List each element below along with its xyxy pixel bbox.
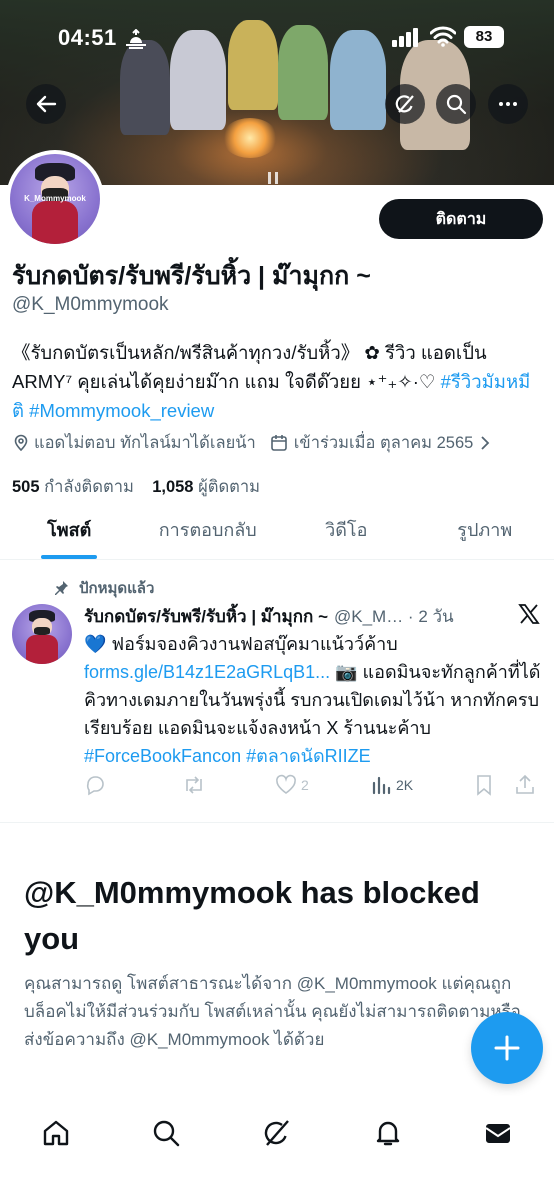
following-label: กำลังติดตาม xyxy=(44,478,134,496)
section-divider xyxy=(0,822,554,823)
wifi-icon xyxy=(430,26,456,47)
post-author-name[interactable]: รับกดบัตร/รับพรี/รับหิ้ว | ม๊ามุกก ~ xyxy=(84,603,328,630)
bell-icon xyxy=(376,1121,400,1146)
share-button[interactable] xyxy=(514,774,536,796)
post-header: รับกดบัตร/รับพรี/รับหิ้ว | ม๊ามุกก ~ @K_… xyxy=(84,603,544,630)
status-time: 04:51 xyxy=(58,25,117,50)
following-count: 505 xyxy=(12,478,40,496)
like-button[interactable]: 2 xyxy=(275,774,370,796)
nav-messages[interactable] xyxy=(470,1108,526,1158)
follow-stats: 505 กำลังติดตาม 1,058 ผู้ติดตาม xyxy=(12,474,260,500)
following-link[interactable]: 505 กำลังติดตาม xyxy=(12,478,134,496)
view-count: 2K xyxy=(396,777,414,793)
profile-handle: @K_M0mmymook xyxy=(12,294,169,315)
back-button[interactable] xyxy=(26,84,66,124)
bookmark-icon xyxy=(477,775,491,796)
followers-link[interactable]: 1,058 ผู้ติดตาม xyxy=(152,478,260,496)
reply-button[interactable] xyxy=(84,774,182,796)
blocked-title: @K_M0mmymook has blocked you xyxy=(24,875,480,956)
tab-photos[interactable]: รูปภาพ xyxy=(416,500,554,559)
chevron-right-icon[interactable] xyxy=(479,435,491,451)
home-icon xyxy=(43,1120,69,1146)
more-icon xyxy=(499,102,517,106)
nav-grok[interactable] xyxy=(249,1108,305,1158)
like-count: 2 xyxy=(301,777,309,793)
profile-joined: เข้าร่วมเมื่อ ตุลาคม 2565 xyxy=(293,434,474,452)
tab-videos[interactable]: วิดีโอ xyxy=(277,500,416,559)
location-icon xyxy=(14,434,28,452)
bottom-nav xyxy=(0,1096,554,1200)
search-icon xyxy=(446,94,467,115)
bio-hashtag-link[interactable]: #Mommymook_review xyxy=(29,400,214,421)
post-text-part: 💙 ฟอร์มจองคิวงานฟอสบุ๊คมาแน้วว์ค้าบ xyxy=(84,634,398,654)
avatar-text: K_Mommymook xyxy=(24,193,86,203)
reply-icon xyxy=(86,776,104,796)
pin-icon xyxy=(55,581,68,595)
sunrise-icon xyxy=(126,29,146,49)
tab-posts[interactable]: โพสต์ xyxy=(0,500,139,559)
pause-icon[interactable] xyxy=(268,172,278,184)
pinned-label: ปักหมุดแล้ว xyxy=(55,576,154,600)
views-button[interactable]: 2K xyxy=(370,774,474,796)
x-logo-icon xyxy=(518,604,540,624)
nav-home[interactable] xyxy=(28,1108,84,1158)
bookmark-button[interactable] xyxy=(474,774,514,796)
grok-icon xyxy=(395,95,414,113)
tab-replies[interactable]: การตอบกลับ xyxy=(139,500,278,559)
followers-label: ผู้ติดตาม xyxy=(198,478,261,496)
profile-bio: 《รับกดบัตรเป็นหลัก/พรีสินค้าทุกวง/รับหิ้… xyxy=(12,338,542,425)
nav-search[interactable] xyxy=(138,1108,194,1158)
grok-button[interactable] xyxy=(385,84,425,124)
status-bar: 04:51 83 xyxy=(0,0,554,74)
more-button[interactable] xyxy=(488,84,528,124)
arrow-left-icon xyxy=(36,95,57,113)
search-icon xyxy=(153,1120,180,1147)
campfire xyxy=(222,118,278,158)
profile-meta: แอดไม่ตอบ ทักไลน์มาได้เลยน้า เข้าร่วมเมื… xyxy=(12,430,552,456)
repost-button[interactable] xyxy=(182,774,275,796)
plus-icon xyxy=(494,1035,520,1061)
profile-avatar[interactable]: K_Mommymook xyxy=(6,150,104,248)
share-icon xyxy=(516,774,534,794)
followers-count: 1,058 xyxy=(152,478,194,496)
profile-display-name: รับกดบัตร/รับพรี/รับหิ้ว | ม๊ามุกก ~ xyxy=(12,262,371,290)
nav-notifications[interactable] xyxy=(360,1108,416,1158)
grok-icon xyxy=(264,1120,289,1146)
compose-button[interactable] xyxy=(471,1012,543,1084)
post-hashtag[interactable]: #ตลาดนัดRIIZE xyxy=(246,746,371,766)
views-icon xyxy=(372,776,391,795)
bio-text: 《รับกดบัตรเป็นหลัก/พรีสินค้าทุกวง/รับหิ้… xyxy=(12,342,487,392)
repost-icon xyxy=(186,776,202,794)
blocked-body: คุณสามารถดู โพสต์สาธารณะได้จาก @K_M0mmym… xyxy=(24,974,521,1049)
mail-icon xyxy=(485,1124,511,1143)
profile-location: แอดไม่ตอบ ทักไลน์มาได้เลยน้า xyxy=(34,434,256,452)
post-handle-time: @K_M… · 2 วัน xyxy=(334,607,454,626)
post-link[interactable]: forms.gle/B14z1E2aGRLqB1... xyxy=(84,662,330,682)
battery-icon: 83 xyxy=(464,26,504,48)
calendar-icon xyxy=(270,435,287,451)
follow-button[interactable]: ติดตาม xyxy=(379,199,543,239)
post-avatar[interactable] xyxy=(12,604,72,664)
post-text: 💙 ฟอร์มจองคิวงานฟอสบุ๊คมาแน้วว์ค้าบ form… xyxy=(84,630,544,770)
heart-icon xyxy=(276,774,296,794)
profile-tabs: โพสต์ การตอบกลับ วิดีโอ รูปภาพ xyxy=(0,500,554,560)
search-button[interactable] xyxy=(436,84,476,124)
signal-icon xyxy=(392,28,418,47)
pinned-text: ปักหมุดแล้ว xyxy=(79,580,155,597)
post-hashtag[interactable]: #ForceBookFancon xyxy=(84,746,241,766)
post-actions: 2 2K xyxy=(84,772,544,798)
